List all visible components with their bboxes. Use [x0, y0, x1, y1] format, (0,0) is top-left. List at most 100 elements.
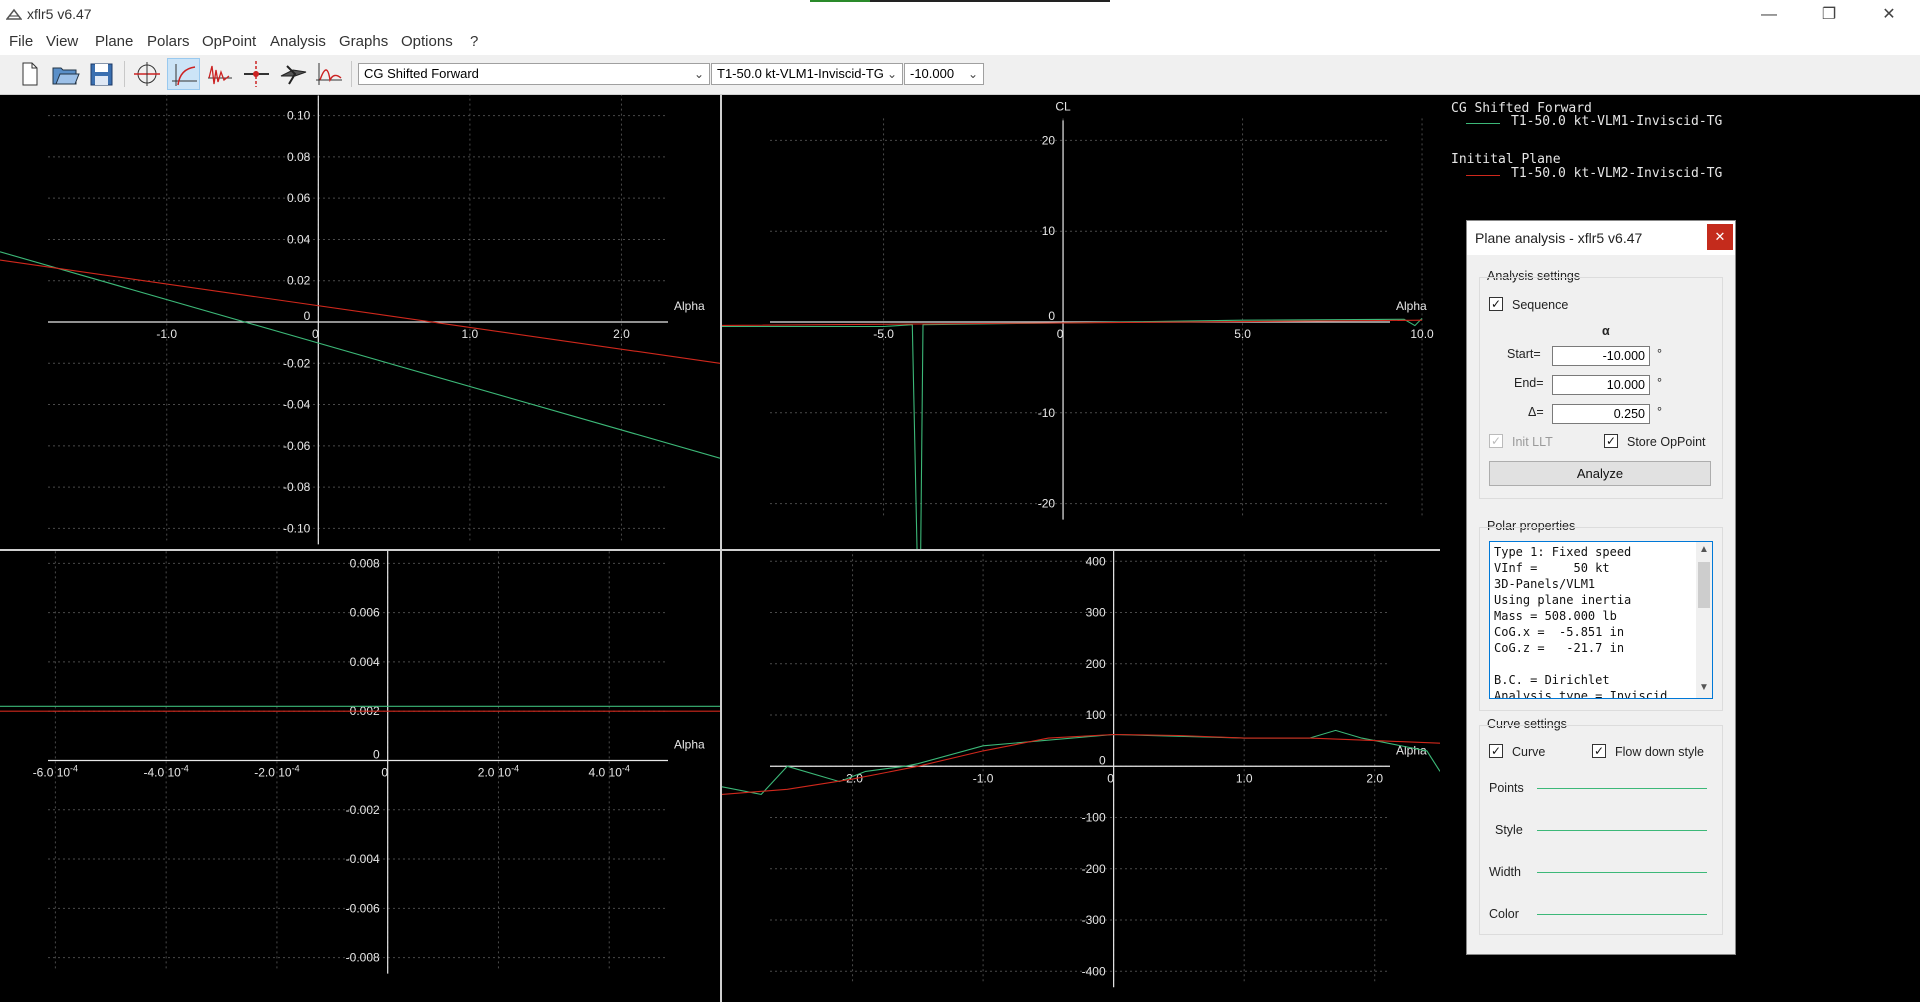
x-tick-label: 2.0 — [613, 327, 630, 341]
y-tick-label: 0.004 — [350, 655, 380, 669]
graph-divider-horizontal — [0, 549, 1440, 551]
menu-options[interactable]: Options — [401, 33, 453, 50]
y-tick-label: -200 — [1082, 862, 1106, 876]
flow-down-checkbox[interactable]: ✓ — [1592, 744, 1606, 758]
graph-cl[interactable]: CL Alpha -5.0 0 5.0 10.0 20 10 0 -10 -20 — [722, 95, 1440, 549]
legend-swatch-2 — [1466, 175, 1500, 176]
line-width-button[interactable] — [1537, 872, 1707, 873]
wing-section-icon[interactable] — [131, 58, 164, 90]
line-style-button[interactable] — [1537, 830, 1707, 831]
y-tick-label: -0.002 — [346, 803, 380, 817]
scroll-up-icon[interactable]: ▲ — [1698, 544, 1710, 555]
x-tick-label: -5.0 — [873, 327, 894, 341]
chevron-down-icon: ⌄ — [886, 67, 897, 81]
open-folder-icon[interactable] — [48, 58, 81, 90]
plane-select[interactable]: CG Shifted Forward ⌄ — [358, 63, 710, 85]
new-file-icon[interactable] — [12, 58, 45, 90]
dialog-title-bar: Plane analysis - xflr5 v6.47 ✕ — [1467, 221, 1735, 255]
x-tick-label: 0 — [381, 765, 388, 779]
graph-clcd-svg: CL/CDAlpha-2.0-1.001.02.04003002001000-1… — [722, 551, 1440, 988]
y-tick-label: 0 — [1048, 309, 1055, 323]
polar-prop-line: Analysis type = Inviscid — [1494, 689, 1668, 699]
menu-view[interactable]: View — [46, 33, 78, 50]
polar-properties-textbox[interactable]: Type 1: Fixed speed VInf = 50 kt 3D-Pane… — [1489, 541, 1713, 699]
menu-polars[interactable]: Polars — [147, 33, 190, 50]
x-tick-label: 10.0 — [1410, 327, 1434, 341]
graph-clcd[interactable]: CL/CDAlpha-2.0-1.001.02.04003002001000-1… — [722, 551, 1440, 1002]
menu-plane[interactable]: Plane — [95, 33, 133, 50]
y-tick-label: -20 — [1038, 497, 1056, 511]
scroll-down-icon[interactable]: ▼ — [1698, 682, 1710, 693]
polar-prop-line: 3D-Panels/VLM1 — [1494, 577, 1596, 591]
series-line-2 — [722, 733, 1440, 795]
scrollbar-thumb[interactable] — [1698, 562, 1710, 608]
chevron-down-icon: ⌄ — [967, 67, 978, 81]
3d-view-icon[interactable] — [277, 58, 310, 90]
menu-file[interactable]: File — [9, 33, 33, 50]
end-field[interactable]: 10.000 — [1552, 375, 1650, 395]
polar-view-icon[interactable] — [167, 58, 200, 90]
points-style-button[interactable] — [1537, 788, 1707, 789]
start-unit: ° — [1657, 347, 1662, 361]
polar-prop-line: CoG.z = -21.7 in — [1494, 641, 1625, 655]
sequence-checkbox[interactable]: ✓ — [1489, 297, 1503, 311]
legend-polar-2: T1-50.0 kt-VLM2-Inviscid-TG — [1511, 166, 1723, 181]
x-tick-label: 2.0 10-4 — [478, 763, 519, 779]
line-color-button[interactable] — [1537, 914, 1707, 915]
close-window-button[interactable]: ✕ — [1866, 0, 1912, 29]
analyze-button[interactable]: Analyze — [1489, 461, 1711, 486]
y-tick-label: 0.04 — [287, 232, 311, 246]
opp-view-icon[interactable] — [203, 58, 236, 90]
chevron-down-icon: ⌄ — [693, 67, 704, 81]
color-label: Color — [1489, 907, 1519, 921]
series-line-1 — [722, 729, 1440, 795]
y-tick-label: -300 — [1082, 913, 1106, 927]
init-llt-checkbox[interactable]: ✓ — [1489, 434, 1503, 448]
menu-help[interactable]: ? — [470, 33, 478, 50]
y-tick-label: 300 — [1086, 606, 1106, 620]
dialog-close-button[interactable]: ✕ — [1707, 224, 1733, 250]
store-opp-checkbox[interactable]: ✓ — [1604, 434, 1618, 448]
restore-button[interactable]: ❐ — [1806, 0, 1852, 29]
series-line-1 — [0, 251, 720, 459]
cp-view-icon[interactable] — [240, 58, 273, 90]
end-label: End= — [1514, 376, 1544, 390]
opp-select[interactable]: -10.000 ⌄ — [904, 63, 984, 85]
y-tick-label: 10 — [1042, 224, 1056, 238]
y-tick-label: 200 — [1086, 657, 1106, 671]
y-tick-label: -100 — [1082, 811, 1106, 825]
y-tick-label: 0.006 — [350, 606, 380, 620]
y-tick-label: 0.08 — [287, 150, 311, 164]
polar-prop-line: CoG.x = -5.851 in — [1494, 625, 1625, 639]
x-tick-exponent: -4 — [511, 763, 519, 773]
stability-view-icon[interactable] — [313, 58, 346, 90]
polar-prop-line: Type 1: Fixed speed — [1494, 545, 1632, 559]
menu-graphs[interactable]: Graphs — [339, 33, 388, 50]
delta-field[interactable]: 0.250 — [1552, 404, 1650, 424]
y-tick-label: 0.02 — [287, 274, 311, 288]
polar-select[interactable]: T1-50.0 kt-VLM1-Inviscid-TG ⌄ — [711, 63, 903, 85]
x-tick-label: 4.0 10-4 — [589, 763, 630, 779]
legend-polar-1: T1-50.0 kt-VLM1-Inviscid-TG — [1511, 114, 1723, 129]
start-field[interactable]: -10.000 — [1552, 346, 1650, 366]
curve-checkbox[interactable]: ✓ — [1489, 744, 1503, 758]
x-tick-label: -1.0 — [156, 327, 177, 341]
graph-cd[interactable]: CDAlpha-6.0 10-4-4.0 10-4-2.0 10-402.0 1… — [0, 551, 720, 1002]
save-icon[interactable] — [85, 58, 118, 90]
x-tick-label: -6.0 10-4 — [33, 763, 78, 779]
y-tick-label: -400 — [1082, 964, 1106, 978]
window-title: xflr5 v6.47 — [27, 6, 92, 22]
y-tick-label: 0.10 — [287, 109, 311, 123]
x-tick-label: 1.0 — [1236, 771, 1253, 785]
y-tick-label: 0 — [304, 309, 311, 323]
minimize-button[interactable]: — — [1746, 0, 1792, 29]
graph-cm-induced[interactable]: Cm_inducedAlpha-1.001.02.00.100.080.060.… — [0, 95, 720, 549]
end-unit: ° — [1657, 376, 1662, 390]
menu-oppoint[interactable]: OpPoint — [202, 33, 256, 50]
menu-analysis[interactable]: Analysis — [270, 33, 326, 50]
y-tick-label: 20 — [1042, 133, 1056, 147]
chart-title: CL — [1055, 99, 1071, 113]
polar-prop-line: Using plane inertia — [1494, 593, 1632, 607]
points-label: Points — [1489, 781, 1524, 795]
polar-properties-scrollbar[interactable]: ▲ ▼ — [1696, 542, 1712, 698]
